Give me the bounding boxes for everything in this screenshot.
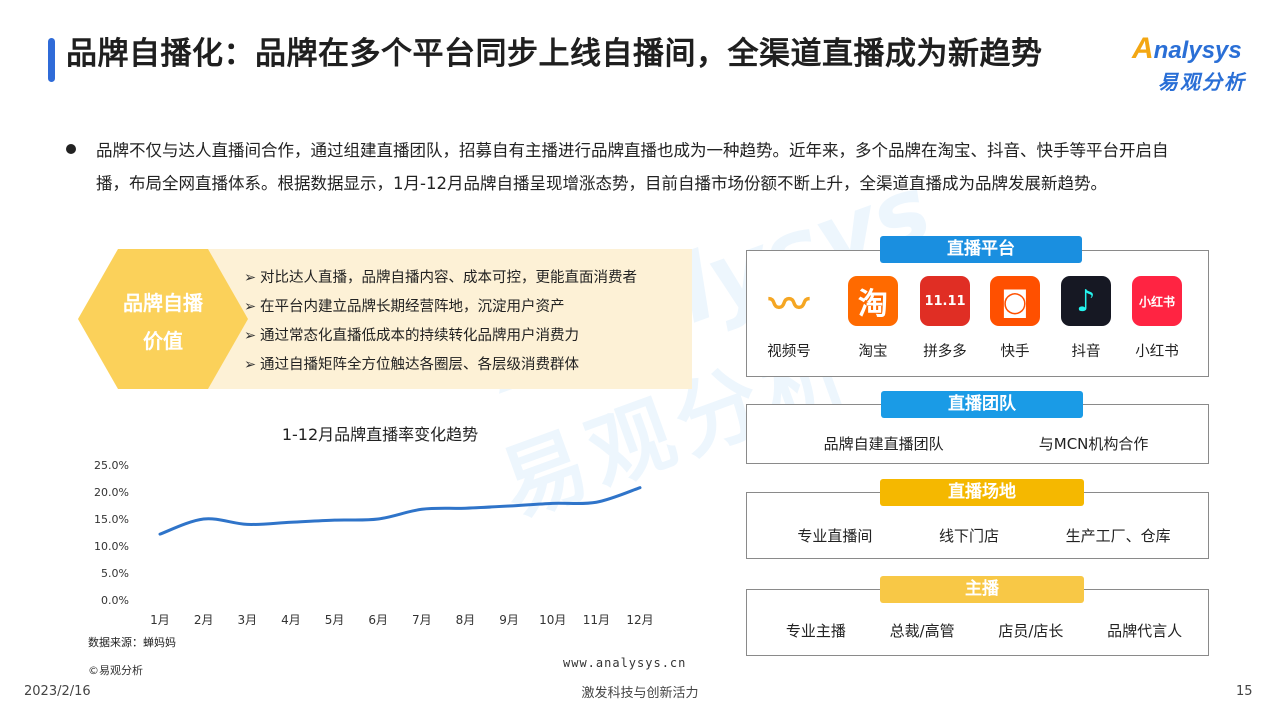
- intro-paragraph: 品牌不仅与达人直播间合作，通过组建直播团队，招募自有主播进行品牌直播也成为一种趋…: [96, 141, 1169, 193]
- data-source: 数据来源：蝉妈妈: [88, 636, 176, 649]
- value-item: ➢ 对比达人直播，品牌自播内容、成本可控，更能直面消费者: [244, 264, 684, 293]
- bullet-dot: [66, 144, 76, 154]
- venue-item: 线下门店: [938, 527, 999, 545]
- x-tick-label: 1月: [150, 613, 170, 627]
- y-tick-label: 5.0%: [101, 567, 129, 580]
- pinduoduo-icon: 11.11: [920, 276, 970, 326]
- value-item: ➢ 在平台内建立品牌长期经营阵地，沉淀用户资产: [244, 293, 684, 322]
- x-tick-label: 2月: [194, 613, 214, 627]
- x-tick-label: 5月: [325, 613, 345, 627]
- team-item: 与MCN机构合作: [1038, 435, 1149, 453]
- platforms-header: 直播平台: [880, 236, 1082, 263]
- analysys-logo: Analysys 易观分析: [1128, 28, 1268, 94]
- host-item: 总裁/高管: [889, 622, 955, 640]
- x-tick-label: 10月: [539, 613, 566, 627]
- platform-label: 小红书: [1135, 344, 1179, 360]
- platform-label: 抖音: [1071, 344, 1101, 360]
- platform-taobao[interactable]: 淘 淘宝: [838, 276, 908, 361]
- x-tick-label: 12月: [626, 613, 653, 627]
- copyright: ©易观分析: [88, 664, 143, 677]
- host-item: 店员/店长: [998, 622, 1064, 640]
- value-item: ➢ 通过自播矩阵全方位触达各圈层、各层级消费群体: [244, 351, 684, 380]
- platform-label: 淘宝: [858, 344, 888, 360]
- venue-items: 专业直播间 线下门店 生产工厂、仓库: [764, 525, 1204, 546]
- taobao-icon: 淘: [848, 276, 898, 326]
- y-tick-label: 25.0%: [94, 459, 129, 472]
- page-title: 品牌自播化：品牌在多个平台同步上线自播间，全渠道直播成为新趋势: [66, 36, 1043, 72]
- host-items: 专业主播 总裁/高管 店员/店长 品牌代言人: [764, 620, 1204, 641]
- line-chart: 1-12月品牌直播率变化趋势 0.0% 5.0% 10.0% 15.0% 20.0% 25.…: [94, 425, 654, 627]
- x-tick-label: 9月: [499, 613, 519, 627]
- platform-label: 视频号: [767, 344, 811, 360]
- arrow-icon: ➢: [244, 270, 257, 286]
- x-tick-label: 4月: [281, 613, 301, 627]
- venue-header: 直播场地: [880, 479, 1084, 506]
- value-list: ➢ 对比达人直播，品牌自播内容、成本可控，更能直面消费者 ➢ 在平台内建立品牌长期经…: [244, 264, 684, 380]
- footer-slogan: 激发科技与创新活力: [581, 686, 699, 701]
- x-tick-label: 3月: [237, 613, 257, 627]
- series-line: [158, 486, 642, 536]
- arrow-icon: ➢: [244, 328, 257, 344]
- douyin-icon: ♪: [1061, 276, 1111, 326]
- x-tick-label: 7月: [412, 613, 432, 627]
- x-tick-label: 11月: [583, 613, 610, 627]
- value-item: ➢ 通过常态化直播低成本的持续转化品牌用户消费力: [244, 322, 684, 351]
- logo-en: Analysys: [1132, 32, 1242, 65]
- arrow-icon: ➢: [244, 357, 257, 373]
- platform-douyin[interactable]: ♪ 抖音: [1051, 276, 1121, 361]
- y-tick-label: 0.0%: [101, 594, 129, 607]
- logo-cn: 易观分析: [1158, 70, 1246, 94]
- kuaishou-icon: ◙: [990, 276, 1040, 326]
- team-header: 直播团队: [881, 391, 1083, 418]
- platform-xiaohongshu[interactable]: 小红书 小红书: [1122, 276, 1192, 361]
- team-items: 品牌自建直播团队 与MCN机构合作: [776, 433, 1196, 454]
- team-item: 品牌自建直播团队: [823, 435, 944, 453]
- platform-label: 快手: [1000, 344, 1030, 360]
- platform-shipinhao[interactable]: 〰 视频号: [754, 276, 824, 361]
- website-link[interactable]: www.analysys.cn: [563, 656, 686, 670]
- y-tick-label: 10.0%: [94, 540, 129, 553]
- value-label: 品牌自播 价值: [123, 291, 203, 353]
- venue-item: 生产工厂、仓库: [1065, 527, 1171, 545]
- shipinhao-icon: 〰: [764, 276, 814, 328]
- platform-label: 拼多多: [923, 344, 967, 360]
- arrow-icon: ➢: [244, 299, 257, 315]
- venue-item: 专业直播间: [797, 527, 873, 545]
- host-header: 主播: [880, 576, 1084, 603]
- host-item: 品牌代言人: [1107, 622, 1183, 640]
- x-tick-label: 6月: [368, 613, 388, 627]
- title-accent-bar: [48, 38, 55, 82]
- platform-pinduoduo[interactable]: 11.11 拼多多: [910, 276, 980, 361]
- y-tick-label: 15.0%: [94, 513, 129, 526]
- xiaohongshu-icon: 小红书: [1132, 276, 1182, 326]
- chart-title: 1-12月品牌直播率变化趋势: [282, 425, 478, 444]
- host-item: 专业主播: [785, 622, 846, 640]
- platform-kuaishou[interactable]: ◙ 快手: [980, 276, 1050, 361]
- page-number: 15: [1236, 684, 1253, 699]
- y-tick-label: 20.0%: [94, 486, 129, 499]
- x-tick-label: 8月: [456, 613, 476, 627]
